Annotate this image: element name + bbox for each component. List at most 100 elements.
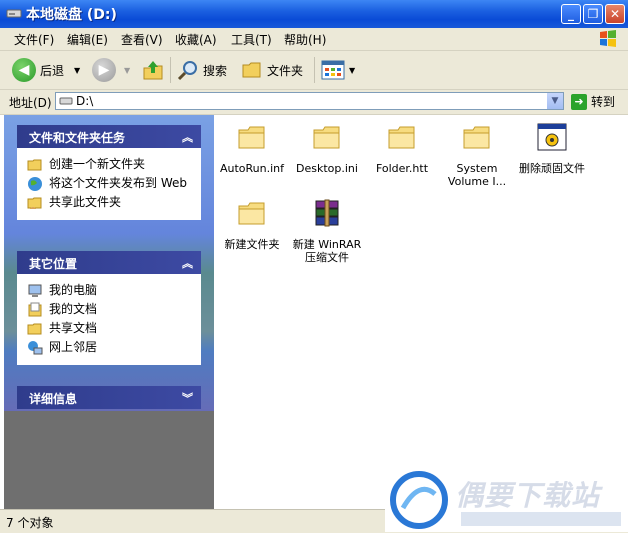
back-button[interactable]: ◀ 后退 ▼ — [12, 57, 80, 83]
place-my-computer-label: 我的电脑 — [49, 283, 98, 297]
file-list: AutoRun.inf Desktop.ini Folder.htt Syste… — [214, 115, 628, 509]
share-folder-icon — [27, 197, 42, 209]
menu-bar: 文件(F) 编辑(E) 查看(V) 收藏(A) 工具(T) 帮助(H) — [0, 28, 628, 51]
file-item[interactable]: Folder.htt — [364, 121, 440, 175]
computer-icon — [28, 284, 42, 297]
collapse-chevron-icon[interactable]: ︽ — [182, 129, 193, 145]
drive-icon — [6, 9, 22, 18]
search-icon — [177, 61, 197, 81]
drive-icon — [59, 97, 73, 105]
status-text: 7 个对象 — [6, 516, 54, 530]
views-dropdown-icon: ▼ — [349, 65, 356, 75]
place-shared-documents-label: 共享文档 — [49, 321, 98, 335]
address-dropdown-icon[interactable]: ▼ — [547, 93, 563, 109]
go-label: 转到 — [591, 95, 616, 109]
task-share-folder[interactable]: 共享此文件夹 — [27, 195, 201, 211]
folder-icon — [313, 126, 340, 149]
details-panel: 详细信息 ︾ — [17, 386, 201, 409]
file-item[interactable]: Desktop.ini — [289, 121, 365, 175]
go-arrow-icon: ➜ — [571, 93, 587, 110]
place-my-computer[interactable]: 我的电脑 — [27, 283, 201, 299]
documents-icon — [28, 302, 42, 317]
file-name: System Volume I... — [447, 162, 507, 188]
views-icon — [321, 60, 345, 80]
task-publish-web-label: 将这个文件夹发布到 Web — [49, 176, 187, 190]
menu-tools[interactable]: 工具(T) — [231, 31, 272, 48]
folders-button[interactable]: 文件夹 — [241, 57, 303, 83]
new-folder-icon — [27, 159, 42, 171]
forward-dropdown-icon[interactable]: ▼ — [124, 66, 130, 75]
task-pane-background — [4, 411, 214, 509]
file-tasks-header[interactable]: 文件和文件夹任务 ︽ — [17, 125, 201, 148]
title-bar: 本地磁盘 (D:) _ ❐ ✕ — [0, 0, 628, 28]
go-button[interactable]: ➜ 转到 — [571, 93, 615, 110]
folder-icon — [463, 126, 490, 149]
back-dropdown-icon[interactable]: ▼ — [74, 66, 80, 75]
task-publish-web[interactable]: 将这个文件夹发布到 Web — [27, 176, 201, 192]
up-button[interactable] — [141, 57, 165, 83]
file-item[interactable]: AutoRun.inf — [214, 121, 290, 175]
minimize-button[interactable]: _ — [561, 4, 581, 24]
close-button[interactable]: ✕ — [605, 4, 625, 24]
search-label: 搜索 — [203, 63, 228, 78]
window-title: 本地磁盘 (D:) — [26, 7, 117, 23]
watermark: 偶要下载站 — [385, 468, 628, 532]
windows-logo-icon — [600, 30, 616, 47]
address-bar: 地址(D) D:\ ▼ ➜ 转到 — [0, 90, 628, 115]
task-new-folder[interactable]: 创建一个新文件夹 — [27, 157, 201, 173]
gear-window-icon — [537, 123, 567, 151]
file-tasks-title: 文件和文件夹任务 — [29, 131, 126, 145]
file-tasks-panel: 文件和文件夹任务 ︽ 创建一个新文件夹 将这个文件夹发布到 Web 共享此文件夹 — [17, 125, 201, 220]
forward-arrow-icon: ▶ — [92, 58, 116, 82]
file-item[interactable]: System Volume I... — [439, 121, 515, 188]
task-share-folder-label: 共享此文件夹 — [49, 195, 122, 209]
watermark-url-bar — [461, 512, 621, 526]
other-places-header[interactable]: 其它位置 ︽ — [17, 251, 201, 274]
place-my-documents-label: 我的文档 — [49, 302, 98, 316]
file-name: 新建 WinRAR 压缩文件 — [292, 238, 362, 264]
place-network-label: 网上邻居 — [49, 340, 98, 354]
folders-icon — [242, 62, 261, 78]
menu-help[interactable]: 帮助(H) — [284, 31, 326, 48]
file-name: AutoRun.inf — [219, 162, 285, 175]
menu-view[interactable]: 查看(V) — [121, 31, 163, 48]
shared-folder-icon — [27, 323, 42, 335]
file-name: 新建文件夹 — [224, 238, 280, 251]
maximize-button[interactable]: ❐ — [583, 4, 603, 24]
place-my-documents[interactable]: 我的文档 — [27, 302, 201, 318]
folders-label: 文件夹 — [267, 63, 304, 78]
search-button[interactable]: 搜索 — [177, 57, 227, 83]
task-pane: 文件和文件夹任务 ︽ 创建一个新文件夹 将这个文件夹发布到 Web 共享此文件夹… — [4, 115, 214, 509]
network-icon — [28, 341, 43, 355]
file-item[interactable]: 新建 WinRAR 压缩文件 — [289, 197, 365, 264]
file-name: Folder.htt — [375, 162, 429, 175]
place-network[interactable]: 网上邻居 — [27, 340, 201, 356]
details-header[interactable]: 详细信息 ︾ — [17, 386, 201, 409]
place-shared-documents[interactable]: 共享文档 — [27, 321, 201, 337]
address-input[interactable]: D:\ ▼ — [55, 92, 564, 110]
expand-chevron-icon[interactable]: ︾ — [182, 390, 193, 406]
folder-icon — [238, 126, 265, 149]
back-label: 后退 — [40, 63, 65, 78]
file-name: 删除顽固文件 — [519, 162, 585, 175]
toolbar: ◀ 后退 ▼ ▶ ▼ 搜索 文件夹 ▼ — [0, 51, 628, 90]
folder-up-icon — [143, 61, 163, 80]
menu-favorites[interactable]: 收藏(A) — [175, 31, 217, 48]
file-name: Desktop.ini — [296, 162, 358, 175]
address-value: D:\ — [76, 94, 94, 108]
watermark-text: 偶要下载站 — [455, 479, 601, 512]
folder-icon — [238, 202, 265, 225]
file-item[interactable]: 删除顽固文件 — [514, 121, 590, 175]
toolbar-separator — [314, 57, 315, 83]
views-button[interactable]: ▼ — [321, 57, 355, 83]
address-label: 地址(D) — [9, 96, 52, 110]
globe-icon — [28, 177, 42, 191]
other-places-title: 其它位置 — [29, 257, 78, 271]
menu-file[interactable]: 文件(F) — [14, 31, 54, 48]
task-new-folder-label: 创建一个新文件夹 — [49, 157, 146, 171]
collapse-chevron-icon[interactable]: ︽ — [182, 255, 193, 271]
menu-edit[interactable]: 编辑(E) — [67, 31, 108, 48]
winrar-icon — [315, 199, 339, 227]
forward-button[interactable]: ▶ ▼ — [92, 57, 130, 83]
file-item[interactable]: 新建文件夹 — [214, 197, 290, 251]
